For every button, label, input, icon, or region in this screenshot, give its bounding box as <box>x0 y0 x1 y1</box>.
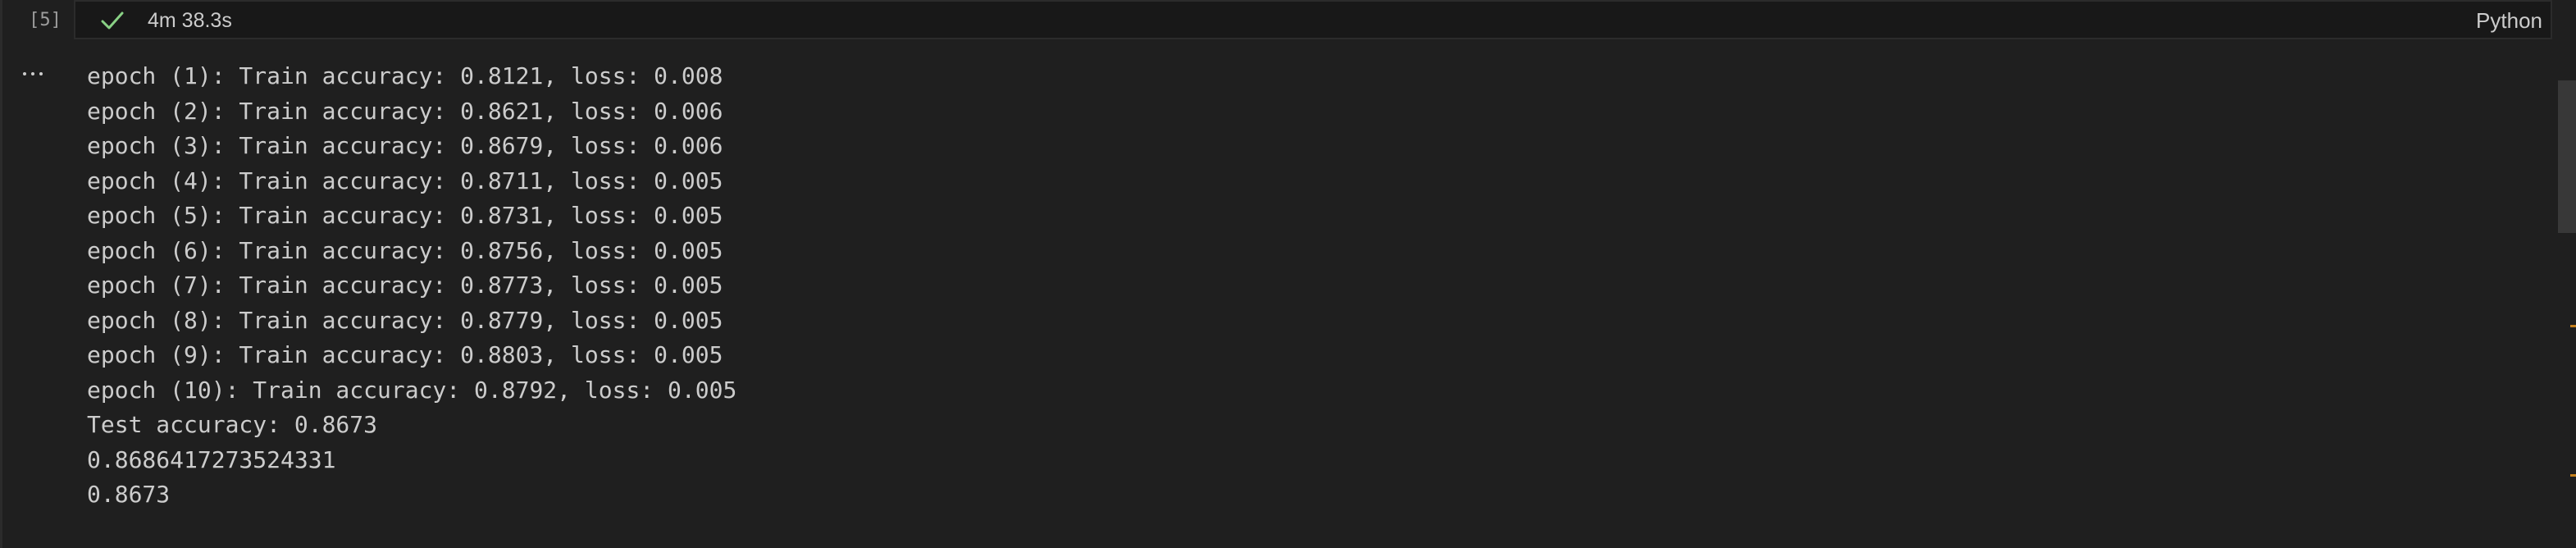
cell-left-border <box>0 0 2 548</box>
output-line: epoch (1): Train accuracy: 0.8121, loss:… <box>87 62 723 89</box>
execution-count: [5] <box>29 9 62 30</box>
output-line: epoch (4): Train accuracy: 0.8711, loss:… <box>87 167 723 194</box>
ellipsis-dot <box>39 72 43 75</box>
output-line: epoch (9): Train accuracy: 0.8803, loss:… <box>87 341 723 368</box>
output-line: 0.8673 <box>87 481 171 508</box>
overview-ruler-marker <box>2570 325 2576 327</box>
output-line: epoch (3): Train accuracy: 0.8679, loss:… <box>87 132 723 159</box>
output-more-actions-button[interactable] <box>16 57 49 90</box>
check-icon <box>100 9 125 32</box>
output-line: epoch (7): Train accuracy: 0.8773, loss:… <box>87 272 723 299</box>
cell-status-bar: 4m 38.3s Python <box>74 0 2552 39</box>
language-picker[interactable]: Python <box>2476 2 2542 38</box>
cell-output: epoch (1): Train accuracy: 0.8121, loss:… <box>87 59 736 513</box>
ellipsis-icon <box>23 72 26 75</box>
output-line: Test accuracy: 0.8673 <box>87 411 378 438</box>
overview-ruler-marker <box>2570 474 2576 477</box>
output-line: 0.8686417273524331 <box>87 445 336 473</box>
ellipsis-dot <box>31 72 34 75</box>
notebook-cell: [5] 4m 38.3s Python epoch (1): Train acc… <box>0 0 2576 548</box>
output-line: epoch (6): Train accuracy: 0.8756, loss:… <box>87 236 723 264</box>
output-line: epoch (2): Train accuracy: 0.8621, loss:… <box>87 97 723 125</box>
output-line: epoch (8): Train accuracy: 0.8779, loss:… <box>87 306 723 334</box>
output-line: epoch (10): Train accuracy: 0.8792, loss… <box>87 376 737 404</box>
output-line: epoch (5): Train accuracy: 0.8731, loss:… <box>87 202 723 229</box>
scrollbar-thumb[interactable] <box>2558 80 2576 233</box>
execution-duration: 4m 38.3s <box>148 9 232 32</box>
